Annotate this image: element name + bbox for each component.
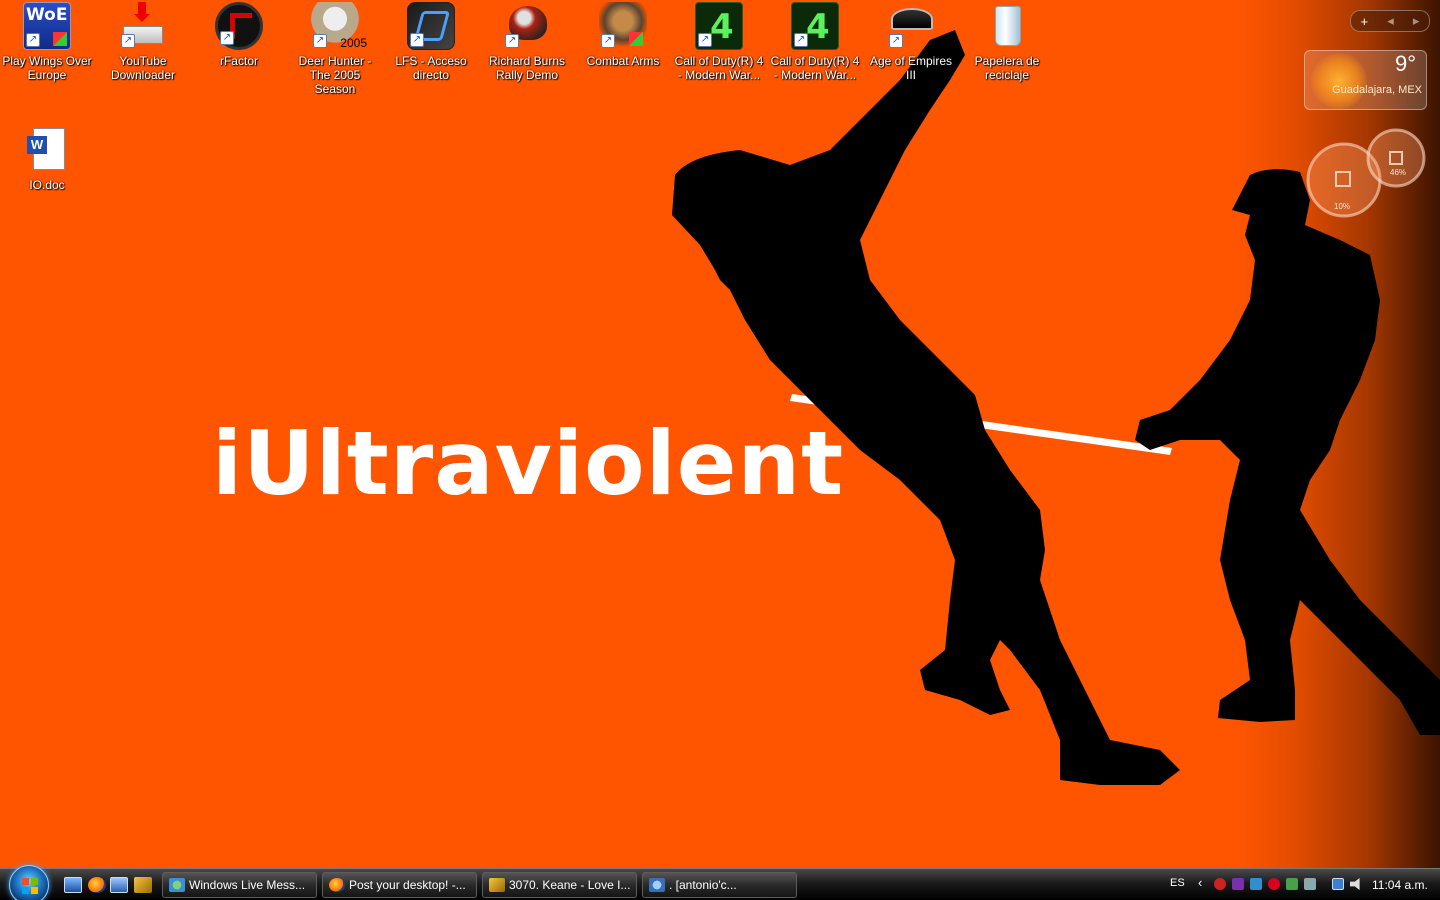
tray-app-icon[interactable] xyxy=(1268,878,1280,890)
helmet-icon: ↗ xyxy=(503,2,551,50)
taskbar-button-label: Windows Live Mess... xyxy=(189,878,306,892)
taskbar-button-messenger[interactable]: Windows Live Mess... xyxy=(162,872,317,898)
windows-flag-icon xyxy=(22,878,38,894)
rfactor-icon: ↗ xyxy=(215,2,263,50)
taskbar-button-label: 3070. Keane - Love I... xyxy=(509,878,631,892)
sun-icon xyxy=(1311,53,1367,109)
lfs-icon: ↗ xyxy=(407,2,455,50)
taskbar-button-label: . [antonio'c... xyxy=(669,878,737,892)
weather-temperature: 9° xyxy=(1394,51,1416,76)
taskbar-button-winamp[interactable]: 3070. Keane - Love I... xyxy=(482,872,637,898)
tray-app-icon[interactable] xyxy=(1250,878,1262,890)
taskbar-clock[interactable]: 11:04 a.m. xyxy=(1372,878,1428,892)
desktop-icon-wings-over-europe[interactable]: WoE ↗ Play Wings Over Europe xyxy=(0,0,94,82)
tray-app-icon[interactable] xyxy=(1304,878,1316,890)
youtube-downloader-icon: ↗ xyxy=(119,2,167,50)
desktop-icon-label: LFS - Acceso directo xyxy=(395,54,467,82)
desktop-icon-label: YouTube Downloader xyxy=(110,54,176,82)
winamp-icon xyxy=(489,878,505,892)
desktop-icon-label: Play Wings Over Europe xyxy=(2,54,92,82)
taskbar: Windows Live Mess... Post your desktop! … xyxy=(0,865,1440,900)
combat-arms-icon: ↗ xyxy=(599,2,647,50)
desktop: iUltraviolent WoE ↗ Play Wings Over Euro… xyxy=(0,0,1440,868)
woe-icon: WoE ↗ xyxy=(23,2,71,50)
taskbar-button-label: Post your desktop! -... xyxy=(349,878,466,892)
desktop-icon-label: Combat Arms xyxy=(586,54,660,68)
gadget-prev-button[interactable]: ◂ xyxy=(1387,13,1394,29)
desktop-icon-io-doc[interactable]: W IO.doc xyxy=(0,124,94,192)
taskbar-button-chat[interactable]: . [antonio'c... xyxy=(642,872,797,898)
desktop-icon-label: Age of Empires III xyxy=(869,54,953,82)
desktop-icon-label: Papelera de reciclaje xyxy=(974,54,1040,82)
desktop-icon-label: rFactor xyxy=(219,54,258,68)
wallpaper-standing-figure xyxy=(1135,169,1440,735)
gadget-next-button[interactable]: ▸ xyxy=(1413,13,1420,29)
desktop-icon-cod4-a[interactable]: 4 ↗ Call of Duty(R) 4 - Modern War... xyxy=(672,0,766,82)
desktop-icon-label: Richard Burns Rally Demo xyxy=(488,54,566,82)
recycle-bin-icon xyxy=(983,2,1031,50)
messenger-icon xyxy=(169,878,185,892)
wallpaper-title: iUltraviolent xyxy=(212,412,845,515)
desktop-icon-lfs[interactable]: ↗ LFS - Acceso directo xyxy=(384,0,478,82)
firefox-icon xyxy=(329,878,345,892)
network-icon[interactable] xyxy=(1332,878,1344,890)
desktop-icon-label: Deer Hunter - The 2005 Season xyxy=(298,54,372,96)
deer-hunter-icon: 2005 ↗ xyxy=(311,2,367,50)
desktop-icon-deer-hunter[interactable]: 2005 ↗ Deer Hunter - The 2005 Season xyxy=(288,0,382,96)
aoe3-icon: ↗ xyxy=(887,2,935,50)
desktop-icon-age-of-empires[interactable]: ↗ Age of Empires III xyxy=(864,0,958,82)
cod4-icon: 4 ↗ xyxy=(695,2,743,50)
volume-icon[interactable] xyxy=(1350,878,1360,890)
taskbar-button-firefox[interactable]: Post your desktop! -... xyxy=(322,872,477,898)
messenger-chat-icon xyxy=(649,878,665,892)
gadget-toolbar: + ◂ ▸ xyxy=(1350,10,1430,32)
tray-messenger-icon[interactable] xyxy=(1286,878,1298,890)
weather-gadget[interactable]: 9° Guadalajara, MEX xyxy=(1304,50,1427,110)
weather-city: Guadalajara, MEX xyxy=(1332,84,1422,96)
switch-windows-icon[interactable] xyxy=(110,877,128,893)
wallpaper-falling-figure xyxy=(672,30,1180,785)
winamp-quicklaunch-icon[interactable] xyxy=(134,877,152,893)
desktop-icon-label: Call of Duty(R) 4 - Modern War... xyxy=(674,54,764,82)
cod4-icon: 4 ↗ xyxy=(791,2,839,50)
show-desktop-icon[interactable] xyxy=(64,877,82,893)
desktop-icon-label: Call of Duty(R) 4 - Modern War... xyxy=(770,54,860,82)
desktop-icon-rfactor[interactable]: ↗ rFactor xyxy=(192,0,286,68)
cpu-meter-gadget[interactable]: 10% 46% xyxy=(1304,128,1428,218)
add-gadget-button[interactable]: + xyxy=(1361,14,1369,29)
cpu-percent: 10% xyxy=(1334,202,1351,211)
ram-percent: 46% xyxy=(1390,168,1407,177)
firefox-quicklaunch-icon[interactable] xyxy=(88,877,106,893)
desktop-icon-combat-arms[interactable]: ↗ Combat Arms xyxy=(576,0,670,68)
tray-app-icon[interactable] xyxy=(1232,878,1244,890)
desktop-icon-richard-burns-rally[interactable]: ↗ Richard Burns Rally Demo xyxy=(480,0,574,82)
desktop-icon-label: IO.doc xyxy=(29,178,65,192)
desktop-icon-cod4-b[interactable]: 4 ↗ Call of Duty(R) 4 - Modern War... xyxy=(768,0,862,82)
desktop-icon-youtube-downloader[interactable]: ↗ YouTube Downloader xyxy=(96,0,190,82)
desktop-icon-recycle-bin[interactable]: Papelera de reciclaje xyxy=(960,0,1054,82)
show-hidden-icons-button[interactable]: ‹ xyxy=(1198,875,1202,890)
language-indicator[interactable]: ES xyxy=(1170,877,1185,889)
gauge-icon xyxy=(1306,128,1426,218)
tray-antivirus-icon[interactable] xyxy=(1214,878,1226,890)
word-doc-icon: W xyxy=(23,126,71,174)
start-button[interactable] xyxy=(9,865,49,900)
